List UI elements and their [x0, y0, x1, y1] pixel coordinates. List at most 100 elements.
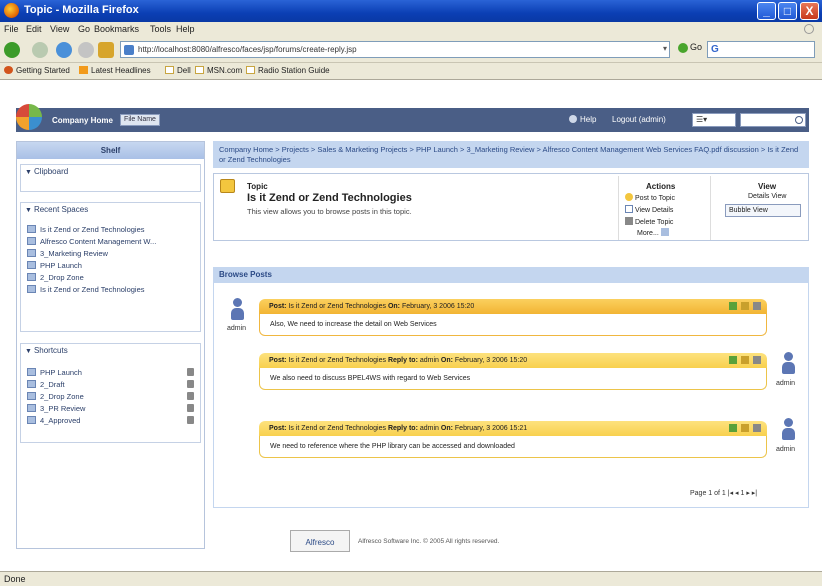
post-bubble: Post: Is it Zend or Zend Technologies Re… [259, 421, 767, 458]
logout-link[interactable]: Logout (admin) [612, 115, 666, 124]
delete-icon[interactable] [753, 424, 761, 432]
shortcut-item[interactable]: 4_Approved [27, 416, 192, 425]
back-arrow-icon[interactable] [4, 42, 20, 58]
bookmark-latest-headlines[interactable]: Latest Headlines [79, 66, 151, 75]
topic-icon [220, 179, 235, 193]
shelf-panel: Shelf ▼ Clipboard ▼ Recent Spaces Is it Ze… [16, 141, 205, 549]
trash-icon[interactable] [187, 416, 194, 424]
forward-arrow-icon[interactable] [32, 42, 48, 58]
post-actions [725, 302, 761, 312]
post-body: We also need to discuss BPEL4WS with reg… [259, 368, 767, 390]
recent-space-item[interactable]: Is it Zend or Zend Technologies [27, 285, 192, 294]
shortcut-item[interactable]: 3_PR Review [27, 404, 192, 413]
trash-icon[interactable] [187, 380, 194, 388]
firefox-bookmark-icon [4, 66, 13, 74]
help-link[interactable]: Help [569, 115, 596, 124]
delete-topic-action[interactable]: Delete Topic [625, 217, 673, 226]
more-actions-menu[interactable]: More... [637, 228, 671, 237]
home-icon[interactable] [98, 42, 114, 58]
post-header: Post: Is it Zend or Zend Technologies Re… [259, 353, 767, 368]
browse-posts-header: Browse Posts [213, 267, 809, 283]
search-input[interactable]: G [707, 41, 815, 58]
post-icon [625, 193, 633, 201]
view-box: View Details View Bubble View [710, 176, 806, 240]
alfresco-logo-icon[interactable] [16, 104, 42, 130]
recent-space-item[interactable]: Alfresco Content Management W... [27, 237, 192, 246]
maximize-button[interactable]: □ [778, 2, 797, 20]
post-header: Post: Is it Zend or Zend Technologies Re… [259, 421, 767, 436]
trash-icon[interactable] [187, 368, 194, 376]
menu-tools[interactable]: Tools [150, 24, 171, 34]
delete-icon[interactable] [753, 356, 761, 364]
stop-icon[interactable] [78, 42, 94, 58]
close-button[interactable]: X [800, 2, 819, 20]
shortcuts-toggle[interactable]: ▼ Shortcuts [21, 344, 200, 357]
pagination[interactable]: Page 1 of 1 |◂ ◂ 1 ▸ ▸| [690, 489, 757, 497]
edit-icon[interactable] [741, 424, 749, 432]
edit-icon[interactable] [741, 356, 749, 364]
shortcut-item[interactable]: 2_Drop Zone [27, 392, 192, 401]
alfresco-footer-logo[interactable]: Alfresco [290, 530, 350, 552]
menu-edit[interactable]: Edit [26, 24, 42, 34]
footer-copyright: Alfresco Software Inc. © 2005 All rights… [358, 538, 500, 545]
recent-spaces-group: ▼ Recent Spaces Is it Zend or Zend Techno… [20, 202, 201, 332]
breadcrumb[interactable]: Company Home > Projects > Sales & Market… [213, 141, 809, 168]
details-icon [625, 205, 633, 213]
minimize-button[interactable]: _ [757, 2, 776, 20]
recent-space-item[interactable]: PHP Launch [27, 261, 192, 270]
post-bubble: Post: Is it Zend or Zend Technologies Re… [259, 353, 767, 390]
shortcut-item[interactable]: PHP Launch [27, 368, 192, 377]
reply-icon[interactable] [729, 356, 737, 364]
topic-description: This view allows you to browse posts in … [247, 207, 412, 216]
post-actions [725, 424, 761, 434]
view-title: View [758, 182, 777, 191]
bookmark-radio-station-guide[interactable]: Radio Station Guide [246, 66, 330, 75]
status-bar: Done [0, 571, 822, 586]
bubble-view-option[interactable]: Bubble View [725, 204, 801, 217]
bookmark-msn[interactable]: MSN.com [195, 66, 242, 75]
topic-label: Topic [247, 182, 268, 191]
folder-icon [165, 66, 174, 74]
search-icon[interactable] [795, 116, 803, 124]
details-view-option[interactable]: Details View [748, 193, 786, 200]
url-bar[interactable]: http://localhost:8080/alfresco/faces/jsp… [120, 41, 670, 58]
post-author: admin [227, 325, 247, 332]
shortcut-item[interactable]: 2_Draft [27, 380, 192, 389]
post-to-topic-action[interactable]: Post to Topic [625, 193, 675, 202]
menu-view[interactable]: View [50, 24, 69, 34]
go-button[interactable]: Go [678, 42, 702, 53]
reply-icon[interactable] [729, 302, 737, 310]
clipboard-toggle[interactable]: ▼ Clipboard [21, 165, 200, 178]
bookmark-getting-started[interactable]: Getting Started [4, 66, 70, 75]
company-home-link[interactable]: Company Home [52, 116, 113, 125]
topic-panel: Topic Is it Zend or Zend Technologies Th… [213, 173, 809, 241]
post-author: admin [776, 380, 796, 387]
menu-bookmarks[interactable]: Bookmarks [94, 24, 139, 34]
space-icon [27, 273, 36, 281]
space-icon [27, 404, 36, 412]
recent-space-item[interactable]: 3_Marketing Review [27, 249, 192, 258]
recent-space-item[interactable]: 2_Drop Zone [27, 273, 192, 282]
throbber-icon [804, 24, 814, 34]
menu-file[interactable]: File [4, 24, 19, 34]
edit-icon[interactable] [741, 302, 749, 310]
space-icon [27, 261, 36, 269]
menu-help[interactable]: Help [176, 24, 195, 34]
page-content: Company Home File Name Help Logout (admi… [0, 80, 822, 571]
bookmark-dell[interactable]: Dell [165, 66, 191, 75]
recent-space-item[interactable]: Is it Zend or Zend Technologies [27, 225, 192, 234]
rss-icon [79, 66, 88, 74]
shortcuts-group: ▼ Shortcuts PHP Launch 2_Draft 2_Drop Zon… [20, 343, 201, 443]
menu-go[interactable]: Go [78, 24, 90, 34]
reload-icon[interactable] [56, 42, 72, 58]
alfresco-search-input[interactable] [740, 113, 806, 127]
url-dropdown-icon[interactable]: ▾ [663, 44, 667, 53]
search-options-select[interactable]: ☰▾ [692, 113, 736, 127]
trash-icon[interactable] [187, 404, 194, 412]
file-name-button[interactable]: File Name [120, 114, 160, 126]
recent-spaces-toggle[interactable]: ▼ Recent Spaces [21, 203, 200, 216]
reply-icon[interactable] [729, 424, 737, 432]
delete-icon[interactable] [753, 302, 761, 310]
view-details-action[interactable]: View Details [625, 205, 673, 214]
trash-icon[interactable] [187, 392, 194, 400]
